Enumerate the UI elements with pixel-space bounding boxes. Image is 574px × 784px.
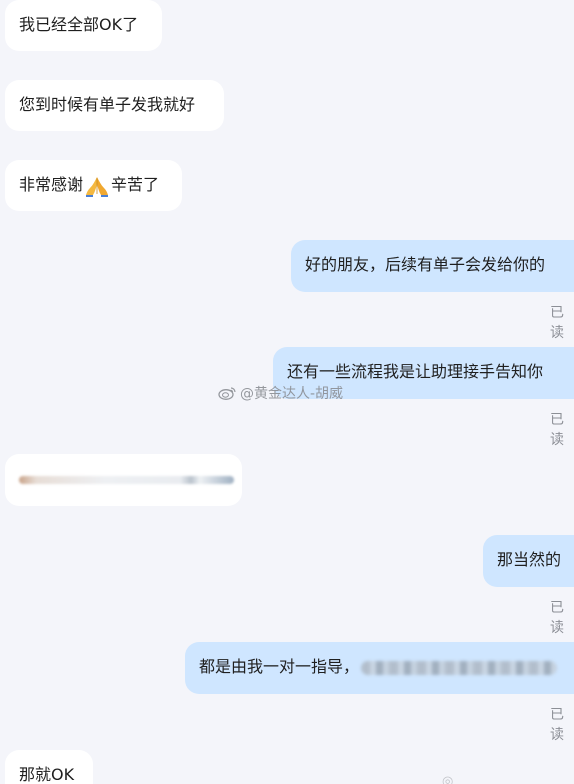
message-text: 都是由我一对一指导， [199,657,360,676]
message-text: 辛苦了 [111,175,160,194]
message-text: 那当然的 [497,550,562,569]
message-bubble-incoming[interactable]: 您到时候有单子发我就好 [5,80,224,131]
chat-conversation: 我已经全部OK了 您到时候有单子发我就好 非常感谢 辛苦了 好的朋友，后续有单子… [0,0,574,784]
message-bubble-incoming-redacted[interactable] [5,454,242,506]
faded-watermark: ◎ [442,774,453,784]
message-bubble-outgoing[interactable]: 都是由我一对一指导， [185,642,574,694]
weibo-watermark: @黄金达人-胡威 [218,383,343,403]
read-status: 已读 [550,305,564,341]
redacted-content [361,660,558,675]
message-text: 那就OK [19,765,75,784]
message-text: 还有一些流程我是让助理接手告知你 [287,362,544,381]
watermark-text: @黄金达人-胡威 [240,386,344,402]
message-bubble-outgoing[interactable]: 那当然的 [483,535,574,587]
message-text: 好的朋友，后续有单子会发给你的 [305,255,546,274]
message-text: 我已经全部OK了 [19,15,139,34]
message-text: 您到时候有单子发我就好 [19,95,196,114]
redacted-content [19,476,234,484]
message-bubble-incoming[interactable]: 那就OK [5,750,93,784]
message-bubble-incoming[interactable]: 非常感谢 辛苦了 [5,160,182,211]
read-status: 已读 [550,707,564,743]
message-text: 非常感谢 [19,175,84,194]
message-bubble-outgoing[interactable]: 好的朋友，后续有单子会发给你的 [291,240,574,292]
message-bubble-incoming[interactable]: 我已经全部OK了 [5,0,162,51]
folded-hands-icon [84,175,110,197]
weibo-icon [218,386,236,400]
read-status: 已读 [550,412,564,448]
weibo-icon: ◎ [442,774,454,784]
read-status: 已读 [550,600,564,636]
